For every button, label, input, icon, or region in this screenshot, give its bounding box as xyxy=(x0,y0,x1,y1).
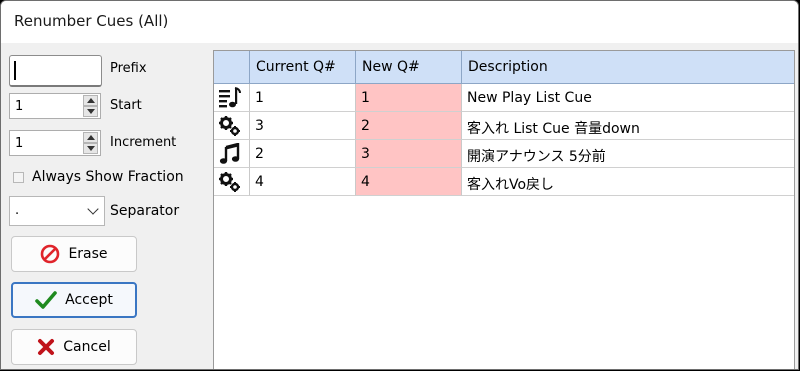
title-bar: Renumber Cues (All) xyxy=(1,1,798,43)
new-q-cell[interactable]: 4 xyxy=(356,168,462,196)
cue-type-cell xyxy=(214,168,250,196)
cue-type-cell xyxy=(214,84,250,112)
accept-button[interactable]: Accept xyxy=(11,282,137,318)
start-up-button[interactable] xyxy=(83,95,98,106)
text-caret xyxy=(14,61,16,80)
increment-stepper[interactable]: 1 xyxy=(9,130,101,156)
increment-value: 1 xyxy=(15,136,24,151)
accept-label: Accept xyxy=(65,292,113,308)
prefix-label: Prefix xyxy=(110,61,147,76)
cue-type-cell xyxy=(214,140,250,168)
new-q-cell[interactable]: 2 xyxy=(356,112,462,140)
current-q-cell: 4 xyxy=(250,168,356,196)
cues-grid[interactable]: Current Q# New Q# Description 1 1 New Pl… xyxy=(213,50,795,369)
current-q-cell: 2 xyxy=(250,140,356,168)
prefix-input[interactable] xyxy=(9,55,102,87)
window-title: Renumber Cues (All) xyxy=(14,12,169,30)
table-row[interactable]: 2 3 開演アナウンス 5分前 xyxy=(214,140,794,168)
new-q-cell[interactable]: 1 xyxy=(356,84,462,112)
current-q-cell: 3 xyxy=(250,112,356,140)
increment-spin-buttons xyxy=(83,132,99,154)
erase-button[interactable]: Erase xyxy=(11,236,137,272)
description-cell: New Play List Cue xyxy=(462,84,794,112)
gears-icon xyxy=(219,172,240,192)
checkmark-icon xyxy=(35,291,57,309)
table-row[interactable]: 4 4 客入れVo戻し xyxy=(214,168,794,196)
music-note-icon xyxy=(219,142,240,164)
increment-down-button[interactable] xyxy=(83,143,98,154)
start-down-button[interactable] xyxy=(83,106,98,117)
table-row[interactable]: 1 1 New Play List Cue xyxy=(214,84,794,112)
arrow-down-icon xyxy=(87,109,95,114)
column-header-current-q[interactable]: Current Q# xyxy=(250,51,356,83)
icon-column-header[interactable] xyxy=(214,51,250,83)
new-q-cell[interactable]: 3 xyxy=(356,140,462,168)
separator-value: . xyxy=(15,203,20,218)
erase-icon xyxy=(41,244,60,264)
cancel-x-icon xyxy=(38,339,55,355)
column-header-new-q[interactable]: New Q# xyxy=(356,51,462,83)
arrow-up-icon xyxy=(87,135,95,140)
current-q-cell: 1 xyxy=(250,84,356,112)
cancel-button[interactable]: Cancel xyxy=(11,329,137,365)
description-cell: 客入れ List Cue 音量down xyxy=(462,112,794,140)
playlist-icon xyxy=(219,87,241,108)
increment-up-button[interactable] xyxy=(83,132,98,143)
start-label: Start xyxy=(110,98,142,113)
renumber-cues-dialog: Renumber Cues (All) Prefix 1 Start 1 Inc… xyxy=(0,0,799,370)
gears-icon xyxy=(219,116,240,136)
arrow-up-icon xyxy=(87,98,95,103)
start-value: 1 xyxy=(15,99,24,114)
cue-type-cell xyxy=(214,112,250,140)
increment-label: Increment xyxy=(110,135,177,150)
arrow-down-icon xyxy=(87,146,95,151)
always-show-fraction-checkbox[interactable] xyxy=(13,172,24,183)
grid-header: Current Q# New Q# Description xyxy=(214,51,794,84)
separator-select[interactable]: . xyxy=(9,196,105,226)
description-cell: 客入れVo戻し xyxy=(462,168,794,196)
description-cell: 開演アナウンス 5分前 xyxy=(462,140,794,168)
options-panel: Prefix 1 Start 1 Increment Always Show F… xyxy=(1,43,211,369)
column-header-description[interactable]: Description xyxy=(462,51,794,83)
start-stepper[interactable]: 1 xyxy=(9,93,101,119)
start-spin-buttons xyxy=(83,95,99,117)
separator-label: Separator xyxy=(110,203,180,219)
cancel-label: Cancel xyxy=(63,339,111,355)
erase-label: Erase xyxy=(68,246,108,262)
chevron-down-icon xyxy=(87,203,99,215)
table-row[interactable]: 3 2 客入れ List Cue 音量down xyxy=(214,112,794,140)
always-show-fraction-label: Always Show Fraction xyxy=(32,169,184,185)
